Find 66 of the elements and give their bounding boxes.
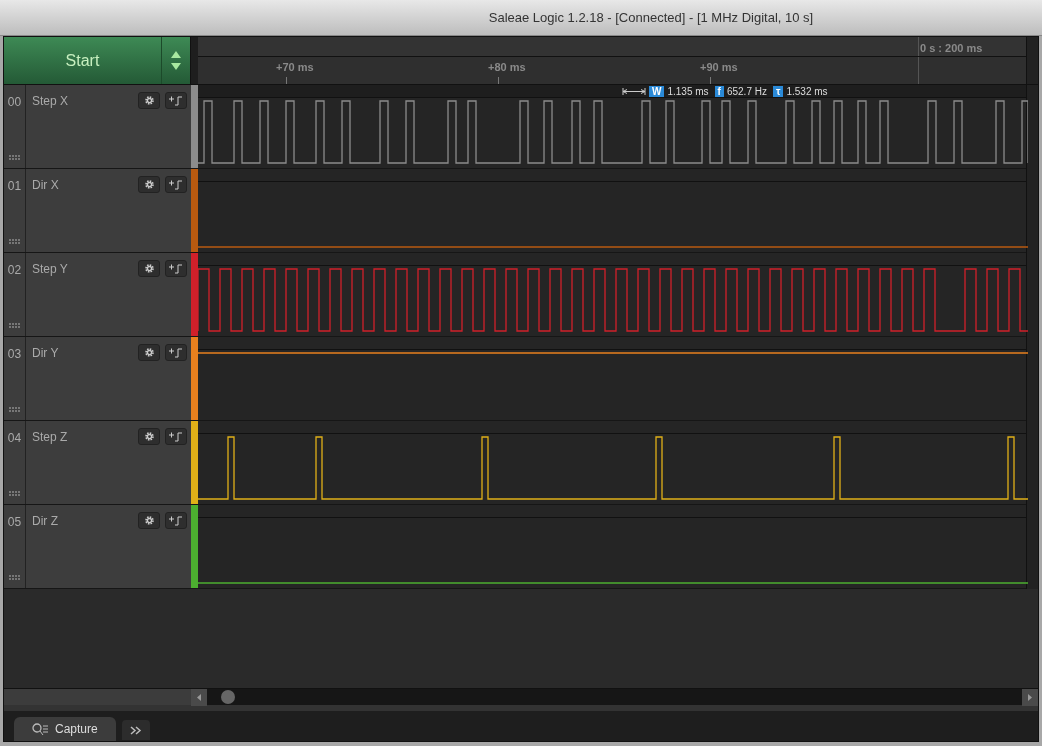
vertical-scrollbar[interactable] (1026, 37, 1038, 84)
time-origin: 0 s : 200 ms (920, 41, 983, 56)
gear-icon (143, 431, 155, 442)
trigger-button[interactable] (165, 428, 187, 445)
timeline-ruler[interactable]: +70 ms +80 ms +90 ms (198, 57, 1026, 84)
drag-handle-icon[interactable] (8, 491, 21, 496)
width-tag: W (649, 85, 665, 97)
channel-settings-button[interactable] (138, 428, 160, 445)
channel-number: 02 (7, 262, 22, 279)
trigger-button[interactable] (165, 92, 187, 109)
channel-number: 01 (7, 178, 22, 195)
rising-edge-trigger-icon (169, 431, 183, 442)
channel-number: 00 (7, 94, 22, 111)
drag-handle-icon[interactable] (8, 323, 21, 328)
trigger-button[interactable] (165, 176, 187, 193)
channel-settings-button[interactable] (138, 344, 160, 361)
channel-settings-button[interactable] (138, 260, 160, 277)
pulse-width: 1.135 ms (667, 84, 709, 99)
frequency-tag: f (714, 85, 724, 97)
scroll-thumb[interactable] (221, 690, 235, 704)
scroll-left-icon[interactable] (191, 688, 207, 706)
search-icon (32, 722, 50, 736)
channel-name[interactable]: Step X (32, 92, 133, 110)
gear-icon (143, 179, 155, 190)
scroll-right-icon[interactable] (1022, 689, 1038, 706)
channel-name[interactable]: Dir Y (32, 344, 133, 362)
channel-name[interactable]: Step Y (32, 260, 133, 278)
channel-settings-button[interactable] (138, 512, 160, 529)
window-title: Saleae Logic 1.2.18 - [Connected] - [1 MHz Digital, 10 s] (487, 8, 814, 27)
trigger-button[interactable] (165, 344, 187, 361)
channel-name[interactable]: Dir X (32, 176, 133, 194)
rising-edge-trigger-icon (169, 347, 183, 358)
gear-icon (143, 515, 155, 526)
gear-icon (143, 95, 155, 106)
drag-handle-icon[interactable] (8, 407, 21, 412)
horizontal-scrollbar[interactable] (191, 689, 1038, 705)
trigger-button[interactable] (165, 512, 187, 529)
time-tick-label: +70 ms (276, 60, 314, 75)
channel-settings-button[interactable] (138, 176, 160, 193)
channel-number: 04 (7, 430, 22, 447)
rising-edge-trigger-icon (169, 515, 183, 526)
gear-icon (143, 347, 155, 358)
drag-handle-icon[interactable] (8, 239, 21, 244)
frequency: 652.7 Hz (726, 84, 767, 99)
channel-name[interactable]: Dir Z (32, 512, 133, 530)
channel-settings-button[interactable] (138, 92, 160, 109)
time-tick-label: +80 ms (488, 60, 526, 75)
period-tag: τ (772, 85, 784, 97)
trigger-button[interactable] (165, 260, 187, 277)
drag-handle-icon[interactable] (8, 575, 21, 580)
gear-icon (143, 263, 155, 274)
rising-edge-trigger-icon (169, 95, 183, 106)
up-arrow-icon (171, 51, 181, 58)
capture-tab[interactable]: Capture (14, 717, 116, 741)
down-arrow-icon (171, 63, 181, 70)
rising-edge-trigger-icon (169, 179, 183, 190)
channel-name[interactable]: Step Z (32, 428, 133, 446)
period: 1.532 ms (786, 84, 828, 99)
rising-edge-trigger-icon (169, 263, 183, 274)
vertical-scrollbar[interactable] (1026, 85, 1038, 589)
channel-number: 05 (7, 514, 22, 531)
double-chevron-icon (129, 725, 142, 735)
more-tabs-button[interactable] (121, 720, 150, 740)
time-tick-label: +90 ms (700, 60, 738, 75)
drag-handle-icon[interactable] (8, 155, 21, 160)
channel-number: 03 (7, 346, 22, 363)
